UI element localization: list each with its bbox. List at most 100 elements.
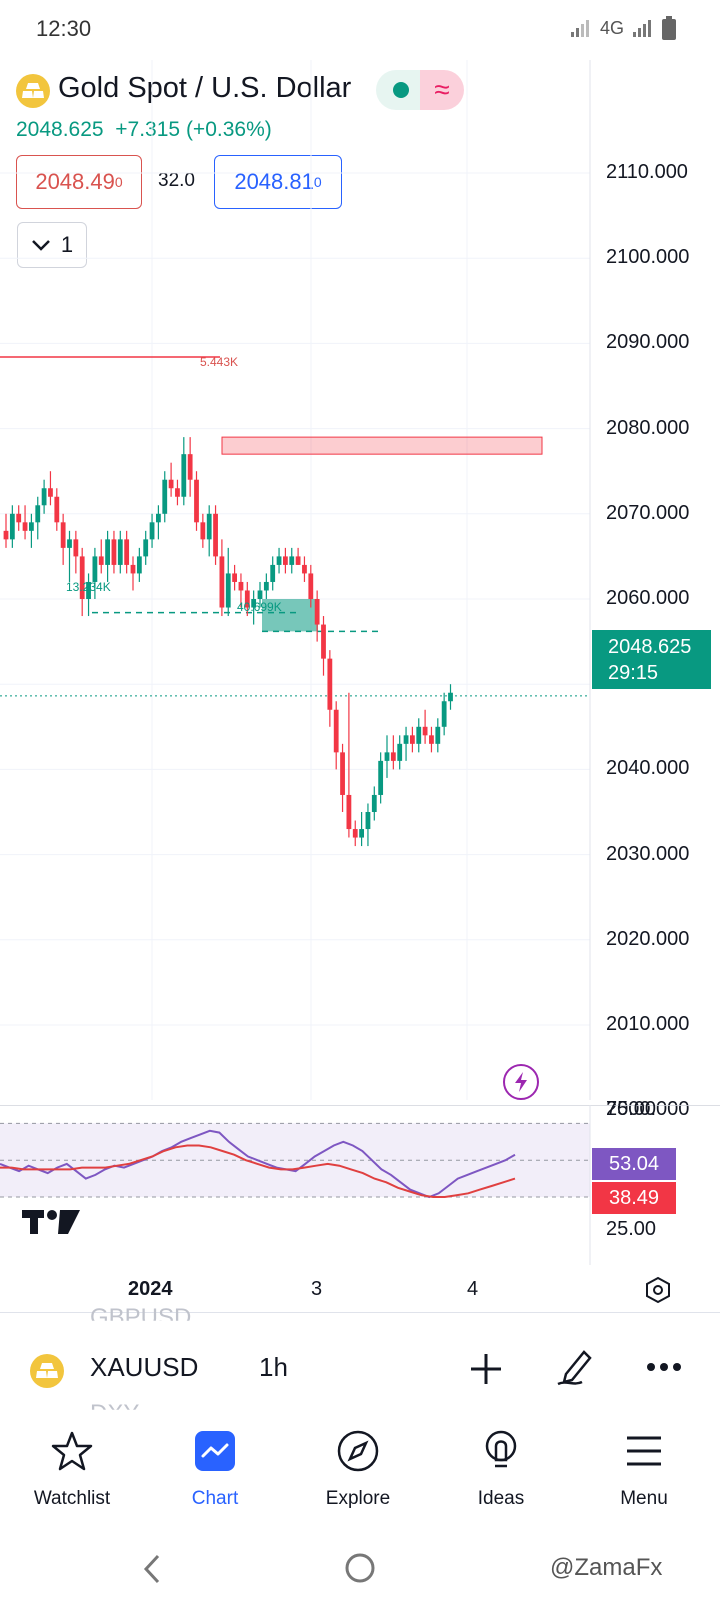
- price-axis-label: 2020.000: [606, 927, 690, 950]
- time-axis-label-3: 3: [311, 1278, 323, 1300]
- candle: [54, 488, 60, 531]
- price-axis-label: 2040.000: [606, 757, 690, 780]
- current-price-tag: 2048.625 29:15: [592, 630, 711, 689]
- candle: [3, 513, 9, 548]
- nav-menu-label: Menu: [620, 1488, 668, 1509]
- status-bar: 12:30 4G: [0, 0, 720, 60]
- lightbulb-icon: [485, 1430, 517, 1468]
- candle: [149, 513, 155, 548]
- candle: [352, 820, 358, 847]
- candle: [397, 735, 403, 770]
- candle: [346, 692, 352, 838]
- candle: [219, 539, 225, 617]
- battery-icon: [662, 16, 676, 40]
- compass-icon: [337, 1430, 379, 1472]
- candle: [422, 709, 428, 744]
- signal-icon-2: [633, 20, 651, 37]
- candle: [22, 505, 28, 540]
- candle: [403, 726, 409, 761]
- nav-watchlist[interactable]: Watchlist: [12, 1430, 132, 1510]
- candle: [206, 505, 212, 557]
- status-icons: 4G: [570, 16, 676, 40]
- candle: [136, 547, 142, 582]
- nav-ideas[interactable]: Ideas: [441, 1430, 561, 1510]
- candle: [124, 530, 130, 574]
- nav-explore[interactable]: Explore: [298, 1430, 418, 1510]
- candle: [390, 735, 396, 770]
- ticker-selector[interactable]: XAUUSD: [90, 1352, 198, 1383]
- system-navigation: @ZamaFx: [0, 1532, 720, 1600]
- price-axis-label: 2080.000: [606, 416, 690, 439]
- candle: [187, 437, 193, 497]
- candle: [384, 735, 390, 778]
- candle: [9, 505, 15, 548]
- candle: [67, 530, 72, 582]
- candle: [371, 786, 377, 821]
- candle: [225, 547, 231, 617]
- candle: [263, 573, 269, 599]
- nav-ideas-label: Ideas: [477, 1488, 525, 1509]
- network-type: 4G: [599, 17, 624, 38]
- price-axis-label: 2090.000: [606, 331, 690, 354]
- rsi-axis-top: 75.00: [606, 1098, 657, 1120]
- candle: [156, 505, 161, 540]
- candle: [232, 564, 237, 591]
- candle: [175, 479, 180, 506]
- nav-chart[interactable]: Chart: [155, 1430, 275, 1510]
- candle: [98, 539, 104, 574]
- price-axis-label: 2100.000: [606, 246, 690, 269]
- candle: [365, 803, 371, 847]
- tradingview-logo-icon: [22, 1210, 80, 1234]
- add-icon[interactable]: [469, 1352, 503, 1386]
- bottom-navigation: Watchlist Chart Explore Ideas Menu: [0, 1412, 720, 1532]
- candle: [448, 684, 453, 710]
- more-options-icon[interactable]: [646, 1362, 682, 1372]
- time-axis-label-4: 4: [467, 1278, 479, 1300]
- candle: [48, 471, 53, 506]
- star-icon: [51, 1431, 93, 1471]
- nav-menu[interactable]: Menu: [584, 1430, 704, 1510]
- candle: [314, 590, 320, 642]
- candle: [105, 530, 110, 582]
- candle: [16, 505, 22, 531]
- candle: [181, 437, 187, 506]
- candle: [302, 556, 307, 582]
- candle: [295, 547, 301, 565]
- candle: [283, 547, 288, 574]
- candle: [29, 513, 34, 548]
- candle: [333, 701, 339, 770]
- nav-chart-label: Chart: [191, 1488, 239, 1509]
- rsi-ma-value-tag: 38.49: [592, 1182, 676, 1214]
- watermark: @ZamaFx: [550, 1554, 663, 1581]
- rsi-axis-bottom: 25.00: [606, 1218, 657, 1240]
- timeframe-selector[interactable]: 1h: [259, 1352, 288, 1383]
- rsi-value-tag: 53.04: [592, 1148, 676, 1180]
- candle: [168, 462, 174, 497]
- chart-settings-icon[interactable]: [644, 1276, 672, 1304]
- drawing-pencil-icon[interactable]: [556, 1346, 596, 1386]
- candle: [416, 718, 422, 753]
- price-axis-label: 2070.000: [606, 501, 690, 524]
- candle: [111, 530, 117, 574]
- candle: [200, 513, 206, 548]
- candle: [441, 692, 447, 736]
- candle: [35, 496, 41, 540]
- candle: [321, 616, 326, 676]
- menu-icon: [627, 1436, 661, 1466]
- home-icon[interactable]: [344, 1552, 376, 1584]
- signal-icon: [570, 20, 589, 37]
- high-volume-label: 5.443K: [200, 355, 239, 369]
- alerts-lightning-button[interactable]: [503, 1064, 539, 1100]
- candle: [435, 718, 441, 753]
- candle: [289, 547, 295, 574]
- back-icon[interactable]: [140, 1554, 164, 1584]
- candle: [117, 530, 123, 574]
- price-axis-label: 2010.000: [606, 1013, 690, 1035]
- candle: [41, 479, 47, 514]
- price-axis-label: 2030.000: [606, 842, 690, 865]
- candle: [327, 650, 333, 727]
- price-axis-label: 2110.000: [606, 161, 688, 183]
- candle: [359, 812, 364, 847]
- candle: [60, 513, 66, 565]
- candle: [276, 547, 282, 574]
